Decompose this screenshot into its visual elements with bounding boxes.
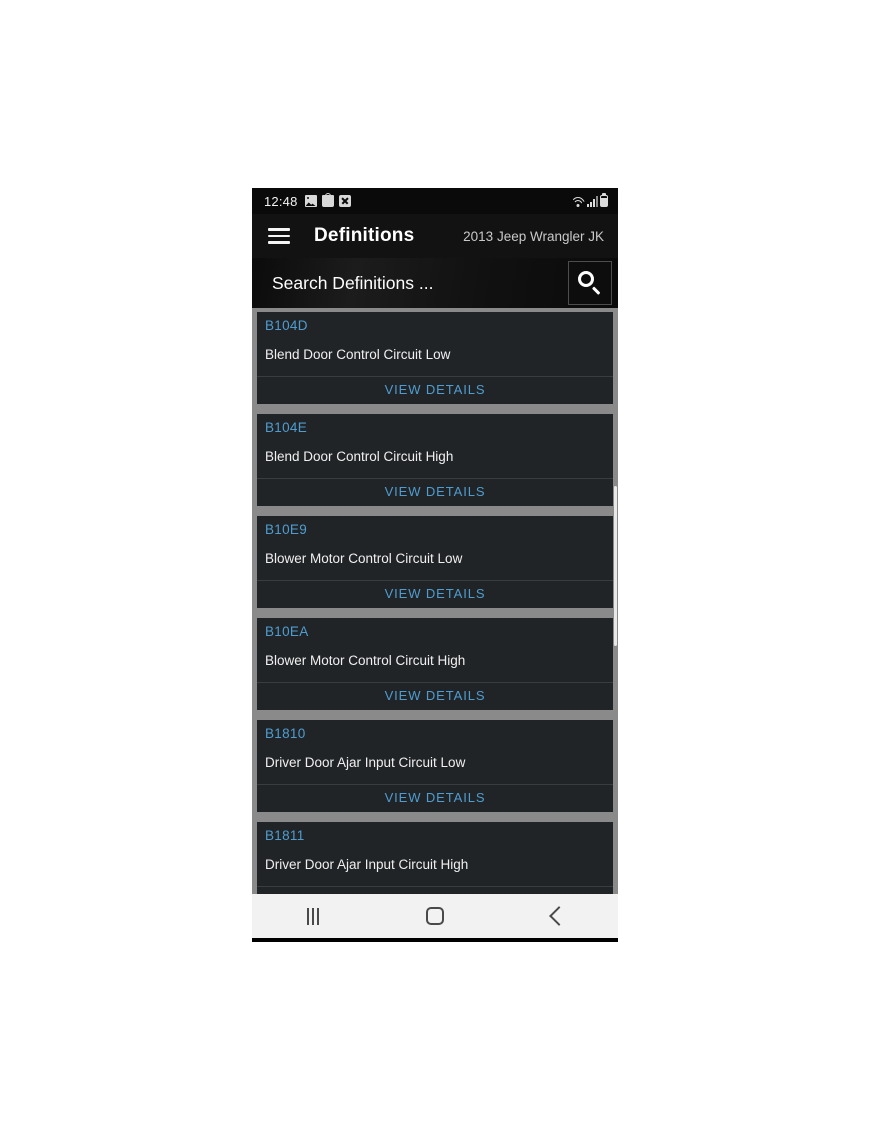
- definition-card[interactable]: B104D Blend Door Control Circuit Low VIE…: [257, 312, 613, 404]
- home-button[interactable]: [405, 894, 465, 938]
- search-input[interactable]: [272, 272, 568, 294]
- page-title: Definitions: [314, 225, 415, 246]
- definition-code: B10E9: [265, 522, 308, 537]
- status-bar-system-icons: [570, 195, 608, 207]
- definition-card[interactable]: B104E Blend Door Control Circuit High VI…: [257, 414, 613, 506]
- list-scrollbar[interactable]: [614, 486, 617, 646]
- search-button[interactable]: [568, 261, 612, 305]
- recents-button[interactable]: [283, 894, 343, 938]
- recents-icon: [307, 907, 319, 925]
- android-navigation-bar: [252, 894, 618, 938]
- view-details-button[interactable]: VIEW DETAILS: [265, 887, 605, 894]
- x-box-icon: [338, 195, 351, 207]
- view-details-button[interactable]: VIEW DETAILS: [265, 785, 605, 812]
- photo-icon: [304, 195, 317, 207]
- view-details-button[interactable]: VIEW DETAILS: [265, 377, 605, 404]
- search-icon: [577, 270, 603, 296]
- definitions-list[interactable]: B104D Blend Door Control Circuit Low VIE…: [252, 308, 618, 894]
- definition-code: B104D: [265, 318, 308, 333]
- definition-code: B10EA: [265, 624, 309, 639]
- battery-icon: [600, 195, 608, 207]
- definition-description: Blower Motor Control Circuit High: [265, 653, 466, 668]
- view-details-button[interactable]: VIEW DETAILS: [265, 683, 605, 710]
- status-bar-time: 12:48: [264, 193, 298, 209]
- vehicle-label: 2013 Jeep Wrangler JK: [463, 228, 604, 244]
- shopping-bag-icon: [321, 193, 334, 207]
- definition-card[interactable]: B1811 Driver Door Ajar Input Circuit Hig…: [257, 822, 613, 894]
- cellular-signal-icon: [587, 196, 598, 207]
- search-bar: [252, 258, 618, 308]
- view-details-button[interactable]: VIEW DETAILS: [265, 479, 605, 506]
- back-button[interactable]: [527, 894, 587, 938]
- definition-code: B1811: [265, 828, 305, 843]
- definition-card[interactable]: B10EA Blower Motor Control Circuit High …: [257, 618, 613, 710]
- status-bar: 12:48: [252, 188, 618, 214]
- back-icon: [549, 906, 569, 926]
- definition-code: B1810: [265, 726, 306, 741]
- definition-description: Driver Door Ajar Input Circuit Low: [265, 755, 466, 770]
- status-bar-notification-icons: [304, 193, 351, 207]
- view-details-button[interactable]: VIEW DETAILS: [265, 581, 605, 608]
- definition-description: Driver Door Ajar Input Circuit High: [265, 857, 469, 872]
- home-icon: [426, 907, 444, 925]
- app-bar: Definitions 2013 Jeep Wrangler JK: [252, 214, 618, 258]
- phone-screen: 12:48 Definitions 2013 Jeep Wrangler JK: [252, 188, 618, 942]
- definition-code: B104E: [265, 420, 308, 435]
- definition-card[interactable]: B10E9 Blower Motor Control Circuit Low V…: [257, 516, 613, 608]
- definition-description: Blower Motor Control Circuit Low: [265, 551, 463, 566]
- hamburger-menu-icon[interactable]: [268, 228, 290, 244]
- wifi-icon: [570, 196, 586, 207]
- definition-description: Blend Door Control Circuit Low: [265, 347, 451, 362]
- definition-description: Blend Door Control Circuit High: [265, 449, 454, 464]
- definition-card[interactable]: B1810 Driver Door Ajar Input Circuit Low…: [257, 720, 613, 812]
